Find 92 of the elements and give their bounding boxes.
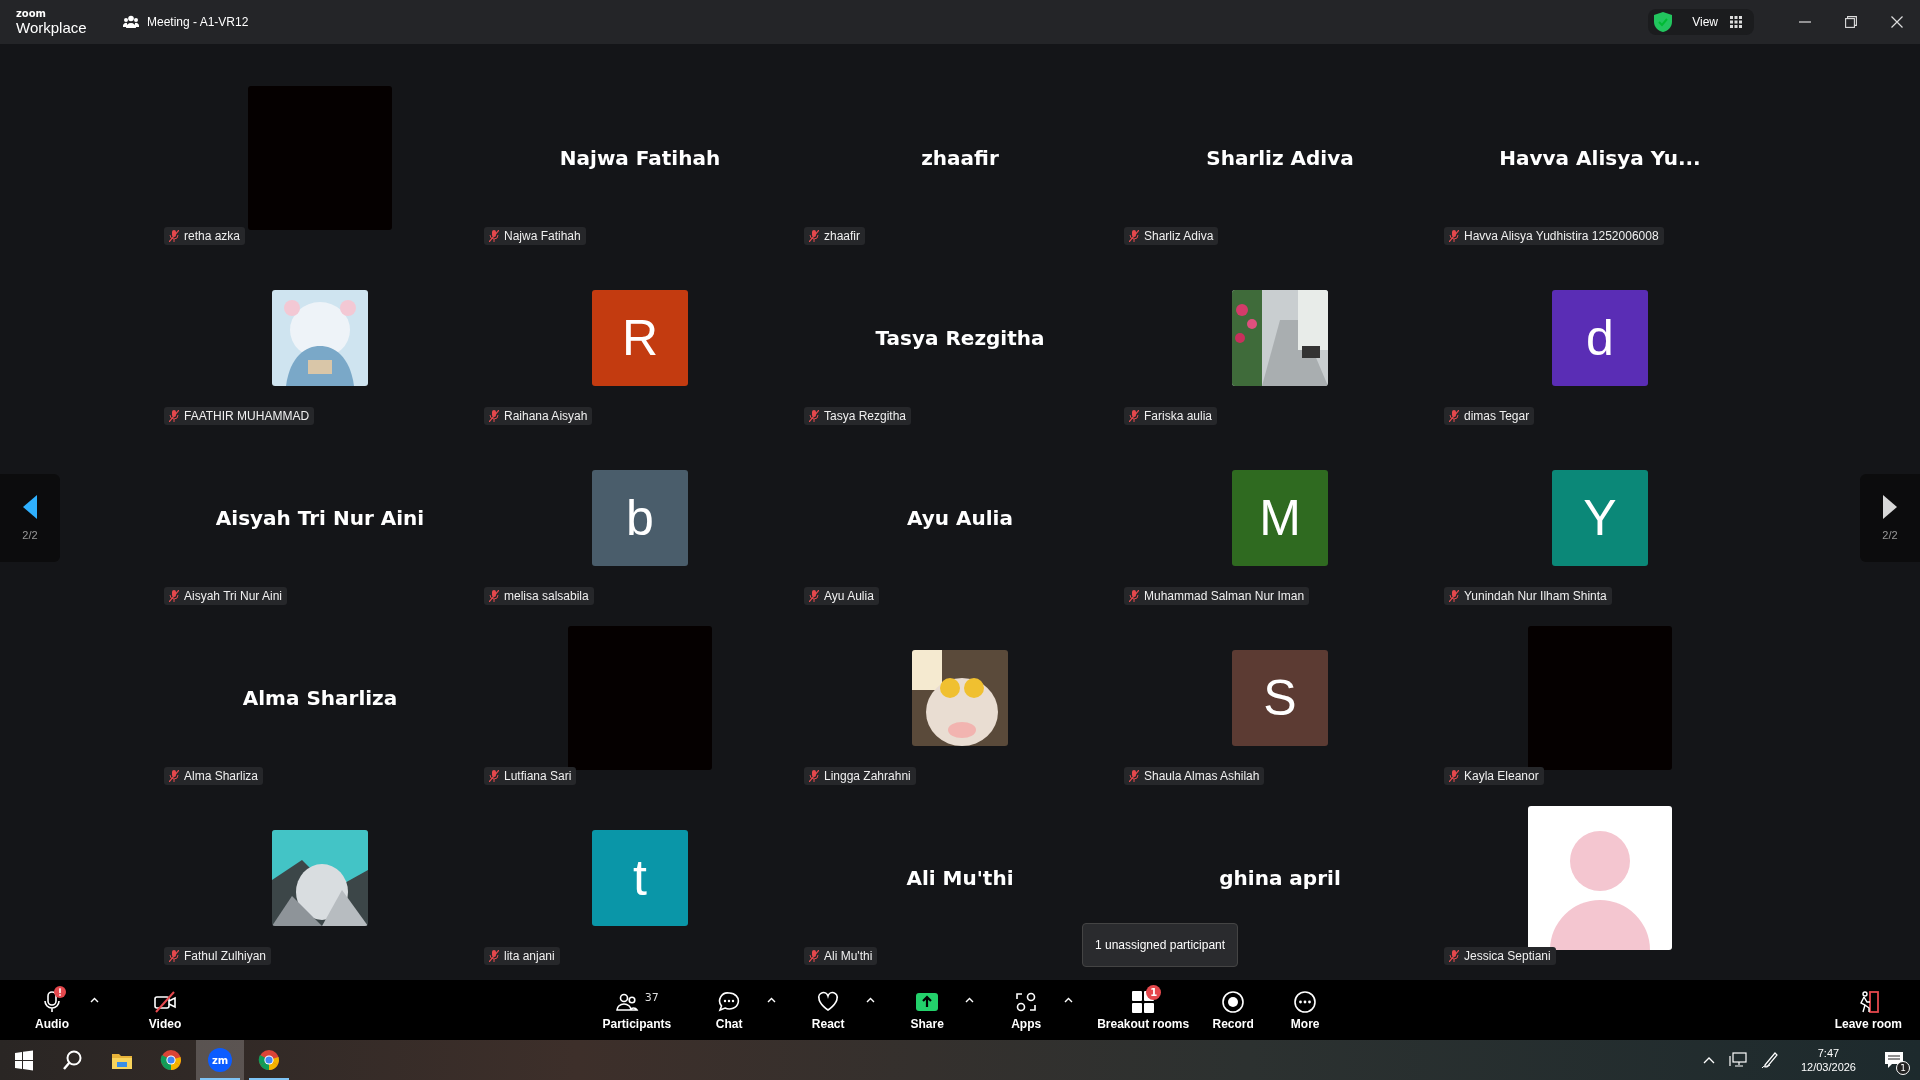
close-icon[interactable] [1891,16,1903,28]
restore-icon[interactable] [1845,16,1857,28]
clock[interactable]: 7:47 12/03/2026 [1792,1045,1864,1075]
notification-count: 1 [1896,1061,1910,1075]
participant-label: Najwa Fatihah [504,229,581,243]
participant-label: dimas Tegar [1464,409,1530,423]
participant-label: Raihana Aisyah [504,409,588,423]
participant-label: Lingga Zahrahni [824,769,911,783]
participant-label: Shaula Almas Ashilah [1144,769,1260,783]
participant-label: Fariska aulia [1144,409,1213,423]
video-off-icon [153,990,177,1014]
more-button[interactable]: More [1269,985,1342,1035]
participant-label: zhaafir [824,229,861,243]
participant-label: retha azka [184,229,241,243]
participant-name: Ayu Aulia [907,506,1013,530]
zoom-app-icon: zm [208,1048,232,1072]
breakout-button[interactable]: 1 Breakout rooms [1089,985,1198,1035]
video-button[interactable]: Video [129,985,201,1035]
caret-icon[interactable] [90,997,99,1003]
network-icon[interactable] [1728,1052,1747,1068]
participants-button[interactable]: 37 Participants [594,985,680,1035]
apps-icon [1014,990,1039,1014]
participant-label: lita anjani [504,949,555,963]
participant-name: Havva Alisya Yu... [1499,146,1701,170]
letter-avatar: M [1232,470,1328,566]
record-icon [1221,990,1246,1014]
chat-button[interactable]: Chat [693,985,766,1035]
tooltip: 1 unassigned participant [1082,923,1239,967]
notifications-icon[interactable] [1884,1051,1904,1069]
participant-label: Fathul Zulhiyan [184,949,267,963]
letter-avatar: t [592,830,688,926]
participant-label: Aisyah Tri Nur Aini [184,589,283,603]
letter-avatar: S [1232,650,1328,746]
participant-label: Kayla Eleanor [1464,769,1539,783]
meeting-icon [123,15,139,29]
participant-name: Sharliz Adiva [1206,146,1354,170]
caret-icon[interactable] [965,997,975,1003]
grid-icon [1730,16,1742,28]
view-button[interactable]: View [1648,9,1754,35]
participant-name: Alma Sharliza [242,686,398,710]
participant-name: Tasya Rezgitha [875,326,1045,350]
leave-button[interactable]: Leave room [1826,985,1910,1035]
participant-label: Lutfiana Sari [504,769,572,783]
page-indicator: 2/2 [22,529,38,541]
caret-icon[interactable] [767,997,777,1003]
participant-count: 37 [644,990,659,1004]
search-icon [62,1049,84,1071]
start-icon [13,1049,35,1071]
page-button[interactable]: 2/2 [0,474,60,562]
share-icon [915,990,940,1014]
taskbar-app[interactable]: zm [196,1040,244,1080]
participant-label: Jessica Septiani [1464,949,1551,963]
more-icon [1293,990,1318,1014]
meeting-title: Meeting - A1-VR12 [147,15,249,29]
record-button[interactable]: Record [1197,985,1270,1035]
participant-name: Najwa Fatihah [559,146,721,170]
caret-icon[interactable] [866,997,876,1003]
chrome-icon [160,1049,182,1071]
pen-icon[interactable] [1760,1051,1779,1069]
caret-icon[interactable] [1064,997,1074,1003]
participant-label: Yunindah Nur Ilham Shinta [1464,589,1607,603]
letter-avatar: b [592,470,688,566]
participant-label: melisa salsabila [504,589,589,603]
letter-avatar: d [1552,290,1648,386]
participant-label: Ali Mu'thi [824,949,873,963]
heart-icon [816,990,841,1014]
logo-text: zoom [16,9,47,19]
participant-label: Tasya Rezgitha [824,409,907,423]
logo-text: Workplace [16,20,88,35]
participant-label: Havva Alisya Yudhistira 1252006008 [1464,229,1659,243]
participant-name: Aisyah Tri Nur Aini [215,506,425,530]
participant-label: Alma Sharliza [184,769,259,783]
react-button[interactable]: React [792,985,865,1035]
participant-name: ghina april [1219,866,1341,890]
notification-badge: 1 [1146,985,1162,1000]
participant-name: Ali Mu'thi [906,866,1014,890]
letter-avatar: R [592,290,688,386]
participant-label: FAATHIR MUHAMMAD [184,409,310,423]
participant-label: Muhammad Salman Nur Iman [1144,589,1305,603]
letter-avatar: Y [1552,470,1648,566]
page-indicator: 2/2 [1882,529,1898,541]
chat-icon [717,990,742,1014]
caret-icon[interactable] [1702,1056,1715,1064]
shield-icon [1654,12,1673,32]
apps-button[interactable]: Apps [990,985,1063,1035]
participant-label: Ayu Aulia [824,589,874,603]
participant-label: Sharliz Adiva [1144,229,1214,243]
chrome-icon [258,1049,280,1071]
page-button[interactable]: 2/2 [1860,474,1920,562]
share-button[interactable]: Share [891,985,964,1035]
audio-button[interactable]: Audio [16,985,88,1035]
participant-name: zhaafir [921,146,999,170]
